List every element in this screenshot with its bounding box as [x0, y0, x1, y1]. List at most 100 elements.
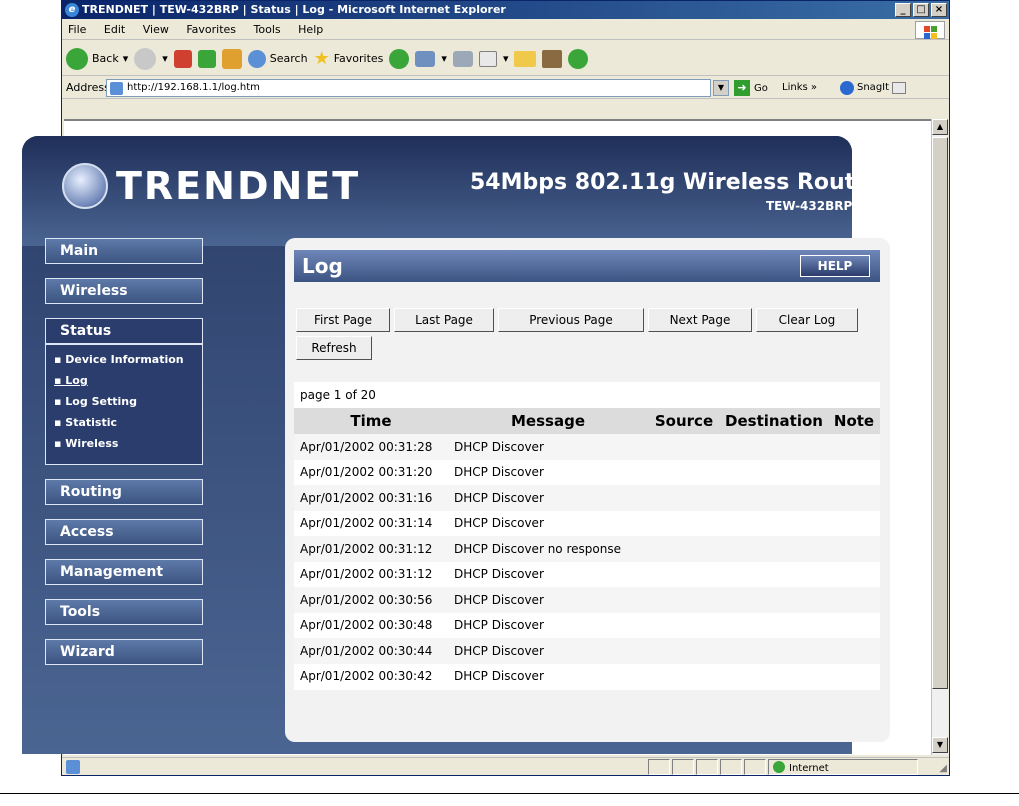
menu-favorites[interactable]: Favorites — [186, 23, 236, 36]
back-button[interactable]: Back ▾ — [66, 42, 128, 76]
cell-message: DHCP Discover — [448, 434, 648, 460]
first-page-button[interactable]: First Page — [296, 308, 390, 332]
cell-time: Apr/01/2002 00:30:48 — [300, 618, 433, 633]
nav-status[interactable]: Status — [45, 318, 203, 344]
nav-wireless[interactable]: Wireless — [45, 278, 203, 304]
chevron-down-icon[interactable]: ▾ — [162, 42, 168, 76]
address-dropdown[interactable]: ▼ — [713, 80, 729, 96]
log-table: Time Message Source Destination Note Apr… — [294, 408, 880, 689]
page-icon — [110, 82, 123, 95]
resize-grip-icon[interactable]: ◢ — [939, 760, 947, 778]
home-icon[interactable] — [221, 48, 242, 69]
previous-page-button[interactable]: Previous Page — [498, 308, 644, 332]
cell-time: Apr/01/2002 00:30:44 — [294, 638, 448, 664]
status-cell — [744, 759, 766, 775]
search-button[interactable]: Search — [247, 42, 308, 76]
status-cell — [648, 759, 670, 775]
edit-icon[interactable] — [478, 50, 497, 67]
close-button[interactable]: × — [931, 3, 947, 17]
cell-time: Apr/01/2002 00:31:12 — [294, 536, 448, 562]
menu-view[interactable]: View — [143, 23, 169, 36]
status-cell — [720, 759, 742, 775]
nav-wizard[interactable]: Wizard — [45, 639, 203, 665]
links-button[interactable]: Links » — [782, 80, 817, 96]
cell-time: Apr/01/2002 00:31:20 — [300, 465, 433, 480]
maximize-button[interactable]: □ — [913, 3, 929, 17]
print-icon[interactable] — [452, 50, 473, 67]
cell-message: DHCP Discover — [448, 485, 648, 511]
refresh-button[interactable]: Refresh — [296, 336, 372, 360]
menu-tools[interactable]: Tools — [254, 23, 281, 36]
star-icon: ★ — [313, 47, 330, 69]
submenu-device-information[interactable]: ▪ Device Information — [54, 349, 202, 370]
page-title: Log — [302, 254, 343, 278]
sidebar-nav: Main Wireless Status ▪ Device Informatio… — [45, 238, 205, 679]
submenu-statistic[interactable]: ▪ Statistic — [54, 412, 202, 433]
menu-edit[interactable]: Edit — [104, 23, 125, 36]
window-title: TRENDNET | TEW-432BRP | Status | Log - M… — [82, 3, 506, 16]
submenu-log-setting[interactable]: ▪ Log Setting — [54, 391, 202, 412]
clear-log-button[interactable]: Clear Log — [756, 308, 858, 332]
status-cell — [672, 759, 694, 775]
cell-message: DHCP Discover — [454, 669, 544, 684]
scroll-up-button[interactable]: ▲ — [932, 119, 948, 135]
cell-time: Apr/01/2002 00:30:42 — [300, 669, 433, 684]
back-arrow-icon — [66, 47, 88, 70]
cell-message: DHCP Discover — [454, 465, 544, 480]
cell-message: DHCP Discover — [448, 638, 648, 664]
favorites-button[interactable]: ★ Favorites — [314, 42, 384, 76]
cell-message: DHCP Discover — [454, 618, 544, 633]
address-input[interactable]: http://192.168.1.1/log.htm — [106, 79, 711, 97]
forward-arrow-icon[interactable] — [134, 47, 157, 70]
stop-icon[interactable] — [173, 49, 192, 68]
table-row: Apr/01/2002 00:30:44 DHCP Discover — [294, 638, 880, 664]
last-page-button[interactable]: Last Page — [394, 308, 494, 332]
chevron-down-icon[interactable]: ▾ — [441, 42, 447, 76]
scroll-down-button[interactable]: ▼ — [932, 737, 948, 753]
go-button[interactable]: ➜ Go — [734, 80, 768, 96]
table-row: Apr/01/2002 00:30:42 DHCP Discover — [294, 664, 880, 690]
column-header-message: Message — [448, 408, 648, 434]
desktop-divider — [0, 793, 1019, 794]
folder-icon[interactable] — [514, 50, 537, 67]
table-row: Apr/01/2002 00:30:56 DHCP Discover — [294, 587, 880, 613]
snagit-icon — [840, 81, 854, 95]
submenu-log[interactable]: ▪ Log — [54, 370, 202, 391]
table-row: Apr/01/2002 00:30:48 DHCP Discover — [294, 613, 880, 639]
refresh-icon[interactable] — [197, 49, 216, 68]
status-cell — [696, 759, 718, 775]
vertical-scrollbar[interactable]: ▲ ▼ — [931, 119, 948, 755]
table-row: Apr/01/2002 00:31:20 DHCP Discover — [294, 460, 880, 486]
next-page-button[interactable]: Next Page — [648, 308, 752, 332]
chevron-down-icon[interactable]: ▾ — [503, 42, 509, 76]
nav-access[interactable]: Access — [45, 519, 203, 545]
column-header-source: Source — [648, 408, 720, 434]
menu-file[interactable]: File — [68, 23, 86, 36]
column-header-destination: Destination — [720, 408, 828, 434]
mail-icon[interactable] — [415, 50, 436, 67]
window-titlebar[interactable]: e TRENDNET | TEW-432BRP | Status | Log -… — [62, 1, 949, 19]
nav-main[interactable]: Main — [45, 238, 203, 264]
nav-management[interactable]: Management — [45, 559, 203, 585]
submenu-wireless[interactable]: ▪ Wireless — [54, 433, 202, 454]
help-button[interactable]: HELP — [800, 255, 870, 277]
history-icon[interactable] — [389, 48, 410, 69]
cell-message: DHCP Discover no response — [448, 536, 648, 562]
table-row: Apr/01/2002 00:31:12 DHCP Discover — [294, 562, 880, 588]
nav-tools[interactable]: Tools — [45, 599, 203, 625]
trendnet-logo-icon — [62, 163, 108, 209]
menu-help[interactable]: Help — [298, 23, 323, 36]
research-icon[interactable] — [542, 49, 563, 68]
messenger-icon[interactable] — [568, 48, 589, 69]
window-controls: _ □ × — [895, 3, 947, 17]
minimize-button[interactable]: _ — [895, 3, 911, 17]
nav-routing[interactable]: Routing — [45, 479, 203, 505]
ie-icon: e — [65, 3, 79, 17]
zone-cell: Internet — [768, 759, 918, 775]
snagit-button[interactable]: SnagIt — [840, 80, 907, 96]
internet-globe-icon — [773, 761, 785, 773]
scroll-thumb[interactable] — [932, 137, 948, 689]
column-header-time: Time — [294, 408, 448, 434]
page-status-icon — [66, 760, 80, 774]
cell-time: Apr/01/2002 00:31:14 — [300, 516, 433, 531]
